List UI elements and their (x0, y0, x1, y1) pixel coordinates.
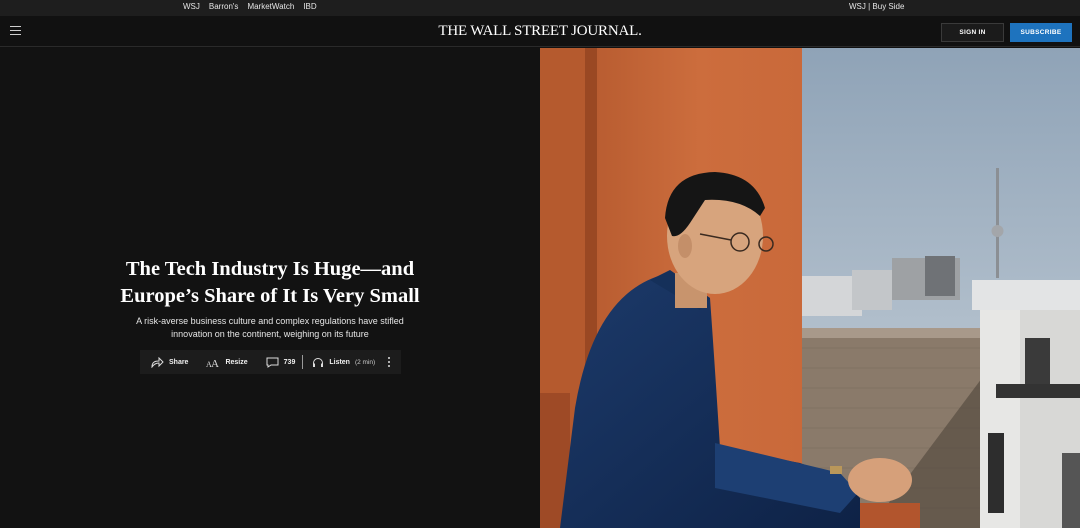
headline-line-2: Europe’s Share of It Is Very Small (120, 285, 420, 307)
comment-icon (266, 357, 279, 368)
brand-link-barrons[interactable]: Barron's (209, 2, 239, 11)
resize-label: Resize (225, 358, 248, 366)
comments-count: 739 (283, 358, 296, 366)
brand-link-marketwatch[interactable]: MarketWatch (247, 2, 294, 11)
article-headline: The Tech Industry Is Huge—and Europe’s S… (70, 256, 470, 310)
dek-line-2: innovation on the continent, weighing on… (171, 329, 369, 339)
share-icon (151, 356, 164, 368)
share-button[interactable]: Share (151, 356, 189, 368)
buy-side-link[interactable]: WSJ | Buy Side (849, 2, 904, 11)
listen-label: Listen (329, 358, 350, 366)
subscribe-button[interactable]: SUBSCRIBE (1010, 23, 1072, 42)
share-label: Share (169, 358, 189, 366)
utility-bar: WSJ Barron's MarketWatch IBD WSJ | Buy S… (0, 0, 1080, 16)
dek-line-1: A risk-averse business culture and compl… (136, 316, 404, 326)
article-dek: A risk-averse business culture and compl… (110, 315, 430, 341)
brand-links: WSJ Barron's MarketWatch IBD (183, 2, 317, 11)
toolbar-divider (302, 355, 304, 369)
listen-duration: (2 min) (354, 358, 376, 366)
brand-link-ibd[interactable]: IBD (303, 2, 316, 11)
listen-button[interactable]: Listen (2 min) (312, 357, 375, 368)
headline-line-1: The Tech Industry Is Huge—and (125, 258, 415, 280)
resize-button[interactable]: AA Resize (206, 357, 247, 368)
comments-button[interactable]: 739 (266, 357, 296, 368)
hero-photo-illustration (540, 48, 1080, 528)
article-toolbar: Share AA Resize 739 Listen (2 min) (140, 350, 401, 374)
more-options-button[interactable] (387, 356, 391, 368)
masthead: THE WALL STREET JOURNAL. SIGN IN SUBSCRI… (0, 16, 1080, 47)
hero-photo (540, 48, 1080, 528)
resize-icon: AA (206, 357, 220, 368)
headphones-icon (312, 357, 324, 368)
article-hero: The Tech Industry Is Huge—and Europe’s S… (0, 48, 540, 528)
sign-in-button[interactable]: SIGN IN (941, 23, 1004, 42)
wsj-logo[interactable]: THE WALL STREET JOURNAL. (0, 23, 1080, 40)
more-icon (387, 356, 391, 368)
svg-text:A: A (211, 358, 219, 368)
brand-link-wsj[interactable]: WSJ (183, 2, 200, 11)
